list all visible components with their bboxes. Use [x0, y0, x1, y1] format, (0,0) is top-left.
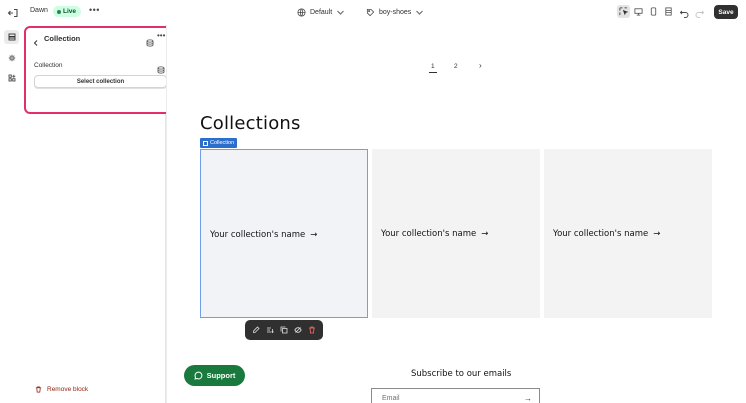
block-settings-panel: Collection ••• Collection Select collect…: [24, 26, 174, 114]
collection-field-label: Collection: [34, 62, 63, 69]
collections-heading: Collections: [200, 113, 301, 134]
block-outline-icon: [203, 140, 208, 146]
preview-frame: 1 2 › Collections Collection Your collec…: [166, 25, 746, 403]
apps-icon: [8, 74, 15, 82]
chevron-down-icon: [416, 10, 424, 15]
email-placeholder: Email: [382, 395, 400, 402]
collection-card[interactable]: Your collection's name →: [372, 149, 540, 318]
panel-more-button[interactable]: •••: [157, 31, 165, 40]
edit-icon[interactable]: [252, 326, 261, 335]
chat-bubble-icon: [194, 371, 203, 380]
redo-icon[interactable]: [694, 6, 705, 18]
view-tools: [617, 5, 675, 18]
trash-icon: [35, 386, 42, 393]
collection-card[interactable]: Your collection's name →: [200, 149, 368, 318]
collection-card-label: Your collection's name →: [381, 229, 488, 239]
top-bar: Dawn Live ••• Default boy-shoes Save: [0, 0, 746, 25]
arrow-right-icon: →: [653, 229, 661, 239]
left-rail: [0, 25, 23, 403]
chevron-down-icon: [337, 10, 345, 15]
page-select-label: boy-shoes: [379, 8, 412, 16]
theme-more-button[interactable]: •••: [89, 5, 100, 15]
sections-icon: [8, 33, 15, 41]
rail-sections-button[interactable]: [4, 30, 19, 44]
collection-card-label: Your collection's name →: [553, 229, 660, 239]
gear-icon: [8, 54, 15, 62]
live-badge-label: Live: [63, 8, 77, 15]
full-width-view-button[interactable]: [662, 5, 675, 18]
reorder-icon[interactable]: [266, 326, 275, 335]
exit-icon[interactable]: [7, 6, 19, 18]
cursor-select-icon: [619, 7, 628, 16]
inspector-toggle-button[interactable]: [617, 5, 630, 18]
remove-block-button[interactable]: Remove block: [35, 386, 88, 393]
arrow-right-icon: →: [310, 230, 318, 240]
select-collection-button[interactable]: Select collection: [34, 75, 167, 88]
pagination-page-2[interactable]: 2: [454, 63, 458, 70]
collection-card[interactable]: Your collection's name →: [544, 149, 712, 318]
pagination-next[interactable]: ›: [479, 61, 482, 70]
remove-block-label: Remove block: [47, 386, 89, 393]
live-badge: Live: [53, 6, 82, 17]
mobile-icon: [650, 7, 657, 16]
duplicate-icon[interactable]: [280, 326, 289, 335]
arrow-right-icon: →: [481, 229, 489, 239]
selected-block-tag: Collection: [200, 138, 238, 148]
support-button-label: Support: [206, 371, 236, 380]
rail-settings-button[interactable]: [4, 51, 19, 65]
database-icon[interactable]: [146, 34, 154, 47]
mobile-view-button[interactable]: [647, 5, 660, 18]
dynamic-source-icon[interactable]: [157, 61, 165, 74]
collection-card-label: Your collection's name →: [210, 230, 317, 240]
collection-card-name: Your collection's name: [210, 230, 306, 240]
layout-icon: [665, 7, 672, 16]
tag-icon: [366, 8, 375, 16]
selected-block-tag-label: Collection: [210, 140, 235, 146]
desktop-view-button[interactable]: [632, 5, 645, 18]
arrow-right-icon[interactable]: →: [524, 394, 532, 403]
desktop-icon: [634, 8, 643, 16]
panel-title: Collection: [44, 34, 81, 43]
template-select[interactable]: Default: [297, 5, 345, 19]
save-button[interactable]: Save: [714, 5, 738, 19]
hide-icon[interactable]: [294, 326, 303, 335]
pagination-page-1[interactable]: 1: [429, 63, 437, 73]
subscribe-heading: Subscribe to our emails: [411, 369, 512, 379]
block-toolbar: [245, 320, 323, 340]
undo-icon[interactable]: [679, 6, 690, 18]
collection-card-name: Your collection's name: [553, 229, 649, 239]
collection-card-name: Your collection's name: [381, 229, 477, 239]
support-button[interactable]: Support: [184, 365, 245, 386]
email-field[interactable]: Email →: [371, 388, 540, 403]
page-select[interactable]: boy-shoes: [366, 5, 424, 19]
live-dot-icon: [57, 9, 61, 14]
theme-name: Dawn: [30, 7, 48, 14]
trash-icon[interactable]: [308, 326, 317, 335]
template-select-label: Default: [310, 8, 333, 16]
rail-apps-button[interactable]: [4, 71, 19, 85]
sidebar: Collection ••• Collection Select collect…: [23, 25, 174, 403]
globe-icon: [297, 7, 306, 17]
back-chevron-icon[interactable]: [32, 34, 40, 46]
